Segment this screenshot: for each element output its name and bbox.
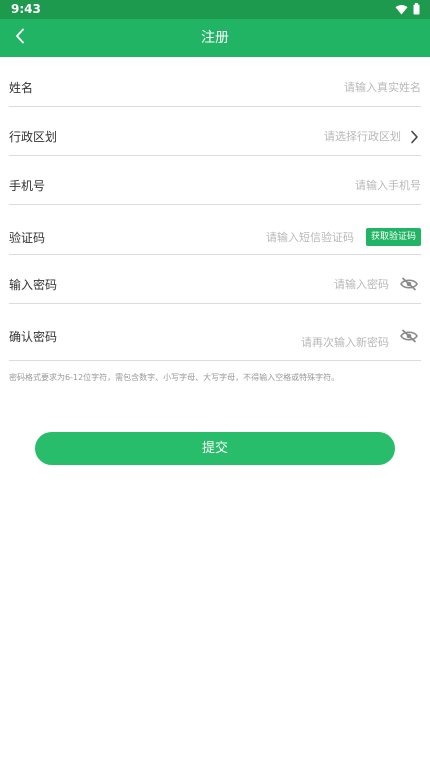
- confirm-password-input[interactable]: [229, 335, 389, 351]
- confirm-password-label: 确认密码: [9, 330, 58, 344]
- password-row: 输入密码: [9, 254, 421, 304]
- confirm-password-row: 确认密码: [9, 303, 421, 361]
- submit-button[interactable]: 提交: [35, 432, 395, 465]
- eye-off-icon[interactable]: [400, 275, 418, 293]
- phone-input[interactable]: [221, 178, 421, 194]
- code-input[interactable]: [194, 230, 354, 246]
- password-hint: 密码格式要求为6-12位字符，需包含数字、小写字母、大写字母，不得输入空格或特殊…: [9, 373, 340, 382]
- name-row: 姓名: [9, 57, 421, 107]
- wifi-icon: [395, 0, 408, 19]
- eye-off-icon[interactable]: [400, 327, 418, 345]
- chevron-right-icon[interactable]: [407, 129, 421, 145]
- status-icons: [395, 3, 420, 16]
- get-code-button[interactable]: 获取验证码: [365, 228, 421, 246]
- password-input[interactable]: [229, 277, 389, 293]
- battery-icon: [413, 0, 420, 19]
- region-row[interactable]: 行政区划 请选择行政区划: [9, 106, 421, 156]
- status-time: 9:43: [11, 2, 41, 16]
- region-label: 行政区划: [9, 130, 58, 144]
- status-bar: 9:43: [0, 0, 430, 19]
- page-title: 注册: [201, 30, 229, 46]
- code-row: 验证码 获取验证码: [9, 204, 421, 255]
- name-label: 姓名: [9, 81, 34, 95]
- phone-row: 手机号: [9, 155, 421, 205]
- code-label: 验证码: [9, 231, 46, 245]
- region-select[interactable]: 请选择行政区划: [324, 129, 401, 145]
- password-label: 输入密码: [9, 278, 58, 292]
- app-bar: 注册: [0, 19, 430, 57]
- phone-label: 手机号: [9, 179, 46, 193]
- name-input[interactable]: [221, 80, 421, 96]
